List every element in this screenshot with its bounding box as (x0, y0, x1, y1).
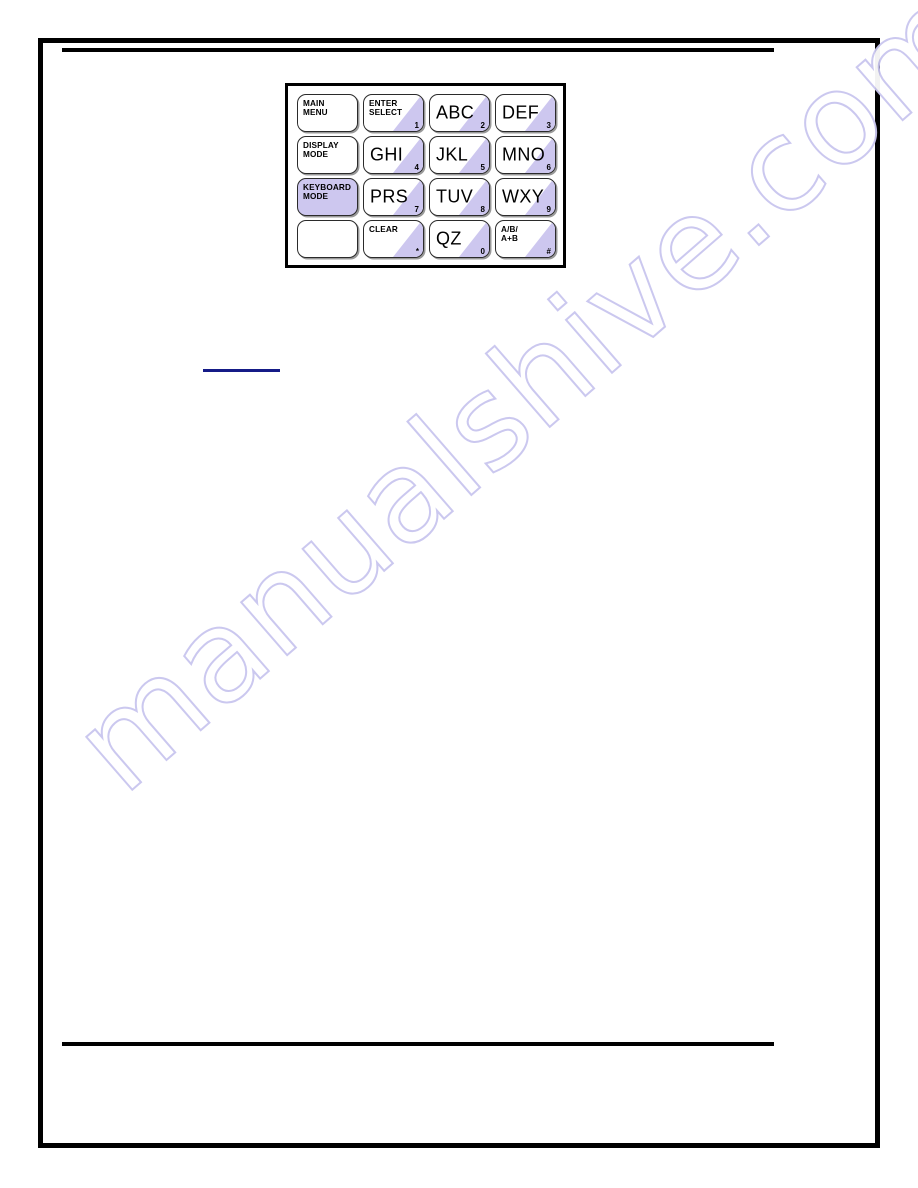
key-label: GHI (370, 144, 404, 165)
key-digit: 4 (414, 163, 419, 172)
key-label: PRS (370, 186, 409, 207)
key-label: MAIN MENU (303, 99, 328, 117)
key-label: ABC (436, 102, 475, 123)
key-label: DISPLAY MODE (303, 141, 339, 159)
key-label: KEYBOARD MODE (303, 183, 352, 201)
key-digit: 1 (414, 121, 419, 130)
key-label: CLEAR (369, 225, 398, 234)
keypad-key-clear[interactable]: CLEAR * (363, 220, 424, 258)
key-digit: 7 (414, 205, 419, 214)
keypad-key-ghi[interactable]: GHI 4 (363, 136, 424, 174)
key-digit: 5 (480, 163, 485, 172)
keypad-key-main-menu[interactable]: MAIN MENU (297, 94, 358, 132)
key-label: JKL (436, 144, 469, 165)
keypad-grid: MAIN MENU ENTER SELECT 1 ABC 2 DEF 3 DISPLAY MO… (297, 94, 558, 261)
key-digit: 8 (480, 205, 485, 214)
key-digit: 6 (546, 163, 551, 172)
key-label: TUV (436, 186, 474, 207)
keypad-key-ab-aplusb[interactable]: A/B/ A+B # (495, 220, 556, 258)
keypad-key-abc[interactable]: ABC 2 (429, 94, 490, 132)
footer-rule (62, 1042, 774, 1046)
key-digit: # (546, 247, 551, 256)
key-digit: 3 (546, 121, 551, 130)
keypad-key-keyboard-mode[interactable]: KEYBOARD MODE (297, 178, 358, 216)
key-label: MNO (502, 144, 546, 165)
hidden-link-underline[interactable] (203, 369, 280, 372)
keypad-key-enter-select[interactable]: ENTER SELECT 1 (363, 94, 424, 132)
keypad-key-def[interactable]: DEF 3 (495, 94, 556, 132)
keypad-key-prs[interactable]: PRS 7 (363, 178, 424, 216)
keypad-key-display-mode[interactable]: DISPLAY MODE (297, 136, 358, 174)
keypad-key-tuv[interactable]: TUV 8 (429, 178, 490, 216)
header-rule (62, 48, 774, 52)
keypad-key-jkl[interactable]: JKL 5 (429, 136, 490, 174)
keypad-key-blank[interactable] (297, 220, 358, 258)
keypad-key-qz[interactable]: QZ 0 (429, 220, 490, 258)
key-label: QZ (436, 228, 462, 249)
keypad-key-wxy[interactable]: WXY 9 (495, 178, 556, 216)
key-digit: 2 (480, 121, 485, 130)
key-label: WXY (502, 186, 545, 207)
key-label: ENTER SELECT (369, 99, 403, 117)
key-digit: 0 (480, 247, 485, 256)
keypad-diagram: MAIN MENU ENTER SELECT 1 ABC 2 DEF 3 DISPLAY MO… (285, 83, 566, 268)
key-digit: * (415, 247, 419, 256)
key-label: A/B/ A+B (501, 225, 519, 243)
keypad-key-mno[interactable]: MNO 6 (495, 136, 556, 174)
key-digit: 9 (546, 205, 551, 214)
key-label: DEF (502, 102, 540, 123)
